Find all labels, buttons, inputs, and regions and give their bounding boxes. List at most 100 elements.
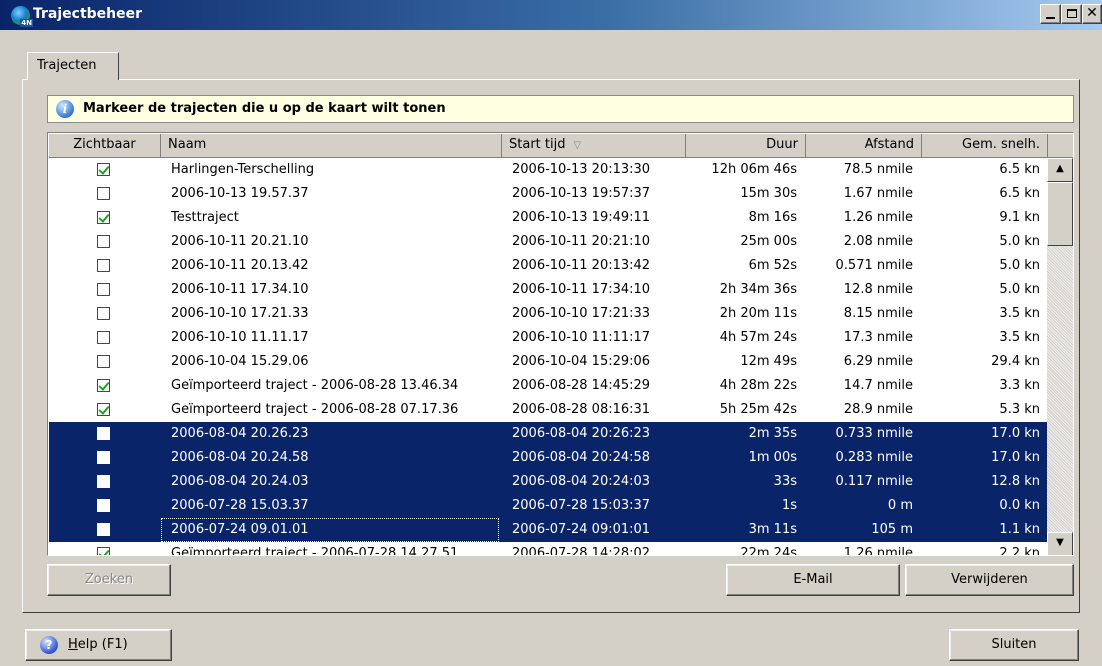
verwijderen-button[interactable]: Verwijderen xyxy=(905,564,1074,596)
scroll-down-button[interactable]: ▼ xyxy=(1047,532,1073,555)
table-row[interactable]: 2006-10-10 17.21.33 2006-10-10 17:21:33 2h… xyxy=(49,302,1047,326)
visible-checkbox[interactable] xyxy=(97,331,110,344)
cell-distance: 0.571 nmile xyxy=(835,258,913,273)
cell-distance: 6.29 nmile xyxy=(843,354,913,369)
cell-duration: 25m 00s xyxy=(740,234,797,249)
cell-distance: 2.08 nmile xyxy=(843,234,913,249)
window-title: Trajectbeheer xyxy=(33,6,143,22)
close-button[interactable]: ✕ xyxy=(1082,4,1102,24)
visible-checkbox[interactable] xyxy=(97,427,110,440)
cell-name: 2006-08-04 20.26.23 xyxy=(171,426,309,441)
visible-checkbox[interactable] xyxy=(97,451,110,464)
visible-checkbox[interactable] xyxy=(97,379,110,392)
cell-duration: 5h 25m 42s xyxy=(719,402,797,417)
col-header-gem-snelh[interactable]: Gem. snelh. xyxy=(922,134,1048,158)
visible-checkbox[interactable] xyxy=(97,235,110,248)
visible-checkbox[interactable] xyxy=(97,499,110,512)
table-row[interactable]: 2006-10-11 17.34.10 2006-10-11 17:34:10 2h… xyxy=(49,278,1047,302)
visible-checkbox[interactable] xyxy=(97,523,110,536)
cell-distance: 105 m xyxy=(871,522,913,537)
table-row[interactable]: Geïmporteerd traject - 2006-07-28 14.27.… xyxy=(49,542,1047,556)
visible-checkbox[interactable] xyxy=(97,163,110,176)
cell-speed: 0.0 kn xyxy=(999,498,1040,513)
cell-distance: 12.8 nmile xyxy=(843,282,913,297)
table-row[interactable]: Geïmporteerd traject - 2006-08-28 07.17.… xyxy=(49,398,1047,422)
cell-name: 2006-08-04 20.24.58 xyxy=(171,450,309,465)
help-icon: ? xyxy=(40,636,58,654)
col-header-afstand[interactable]: Afstand xyxy=(806,134,922,158)
cell-duration: 4h 28m 22s xyxy=(719,378,797,393)
cell-speed: 29.4 kn xyxy=(991,354,1040,369)
cell-distance: 0.733 nmile xyxy=(835,426,913,441)
vertical-scrollbar[interactable]: ▲ ▼ xyxy=(1047,158,1073,555)
cell-name: Geïmporteerd traject - 2006-08-28 07.17.… xyxy=(171,402,459,417)
help-mnemonic: H xyxy=(68,637,78,652)
title-bar[interactable]: 4N Trajectbeheer ✕ xyxy=(0,0,1102,30)
visible-checkbox[interactable] xyxy=(97,403,110,416)
table-row[interactable]: 2006-08-04 20.24.58 2006-08-04 20:24:58 1m… xyxy=(49,446,1047,470)
visible-checkbox[interactable] xyxy=(97,475,110,488)
table-row[interactable]: 2006-08-04 20.26.23 2006-08-04 20:26:23 2m… xyxy=(49,422,1047,446)
cell-speed: 17.0 kn xyxy=(991,426,1040,441)
cell-name: Harlingen-Terschelling xyxy=(171,162,315,177)
visible-checkbox[interactable] xyxy=(97,211,110,224)
info-banner: i Markeer de trajecten die u op de kaart… xyxy=(47,95,1074,123)
table-row[interactable]: 2006-10-13 19.57.37 2006-10-13 19:57:37 15… xyxy=(49,182,1047,206)
table-row[interactable]: 2006-10-11 20.13.42 2006-10-11 20:13:42 6m… xyxy=(49,254,1047,278)
table-row[interactable]: 2006-07-28 15.03.37 2006-07-28 15:03:37 1s… xyxy=(49,494,1047,518)
visible-checkbox[interactable] xyxy=(97,259,110,272)
visible-checkbox[interactable] xyxy=(97,187,110,200)
zoeken-button[interactable]: Zoeken xyxy=(47,564,171,596)
maximize-button[interactable] xyxy=(1061,4,1082,24)
cell-start: 2006-10-11 17:34:10 xyxy=(512,282,651,297)
visible-checkbox[interactable] xyxy=(97,355,110,368)
cell-duration: 2m 35s xyxy=(748,426,797,441)
cell-name: 2006-07-28 15.03.37 xyxy=(171,498,309,513)
col-header-zichtbaar[interactable]: Zichtbaar xyxy=(49,134,161,158)
col-header-naam[interactable]: Naam xyxy=(161,134,502,158)
cell-distance: 78.5 nmile xyxy=(843,162,913,177)
table-row[interactable]: 2006-08-04 20.24.03 2006-08-04 20:24:03 33… xyxy=(49,470,1047,494)
col-header-label: Naam xyxy=(168,137,207,152)
table-row[interactable]: 2006-10-11 20.21.10 2006-10-11 20:21:10 25… xyxy=(49,230,1047,254)
col-header-start-tijd[interactable]: Start tijd ▽ xyxy=(502,134,686,158)
cell-distance: 0 m xyxy=(887,498,913,513)
cell-duration: 12h 06m 46s xyxy=(711,162,797,177)
sluiten-button[interactable]: Sluiten xyxy=(949,629,1079,661)
cell-speed: 1.1 kn xyxy=(999,522,1040,537)
table-row[interactable]: 2006-10-10 11.11.17 2006-10-10 11:11:17 4h… xyxy=(49,326,1047,350)
table-row[interactable]: Geïmporteerd traject - 2006-08-28 13.46.… xyxy=(49,374,1047,398)
trajecten-table[interactable]: Zichtbaar Naam Start tijd ▽ Duur Afstand … xyxy=(47,132,1074,556)
cell-duration: 2h 34m 36s xyxy=(719,282,797,297)
cell-duration: 22m 24s xyxy=(740,546,797,556)
table-header: Zichtbaar Naam Start tijd ▽ Duur Afstand … xyxy=(49,134,1073,158)
cell-speed: 3.5 kn xyxy=(999,330,1040,345)
cell-name: 2006-10-11 17.34.10 xyxy=(171,282,309,297)
table-row[interactable]: 2006-07-24 09.01.01 2006-07-24 09:01:01 3m… xyxy=(49,518,1047,542)
focus-rectangle xyxy=(161,518,499,542)
cell-name: 2006-10-11 20.13.42 xyxy=(171,258,309,273)
table-row[interactable]: 2006-10-04 15.29.06 2006-10-04 15:29:06 12… xyxy=(49,350,1047,374)
cell-name: 2006-08-04 20.24.03 xyxy=(171,474,309,489)
minimize-button[interactable] xyxy=(1040,4,1061,24)
visible-checkbox[interactable] xyxy=(97,307,110,320)
cell-name: 2006-10-10 17.21.33 xyxy=(171,306,309,321)
email-button[interactable]: E-Mail xyxy=(726,564,900,596)
tab-trajecten[interactable]: Trajecten xyxy=(27,52,119,80)
col-header-duur[interactable]: Duur xyxy=(686,134,806,158)
scrollbar-thumb[interactable] xyxy=(1047,182,1073,246)
cell-start: 2006-07-28 14:28:02 xyxy=(512,546,651,556)
cell-name: 2006-10-11 20.21.10 xyxy=(171,234,309,249)
close-icon: ✕ xyxy=(1086,5,1098,21)
cell-distance: 1.67 nmile xyxy=(843,186,913,201)
table-row[interactable]: Testtraject 2006-10-13 19:49:11 8m 16s 1.26… xyxy=(49,206,1047,230)
visible-checkbox[interactable] xyxy=(97,547,110,555)
visible-checkbox[interactable] xyxy=(97,283,110,296)
help-label: elp (F1) xyxy=(77,637,128,652)
cell-distance: 0.283 nmile xyxy=(835,450,913,465)
help-button[interactable]: ? Help (F1) xyxy=(25,629,172,661)
cell-speed: 17.0 kn xyxy=(991,450,1040,465)
table-row[interactable]: Harlingen-Terschelling 2006-10-13 20:13:3… xyxy=(49,158,1047,182)
scroll-up-button[interactable]: ▲ xyxy=(1047,158,1073,182)
cell-duration: 3m 11s xyxy=(748,522,797,537)
